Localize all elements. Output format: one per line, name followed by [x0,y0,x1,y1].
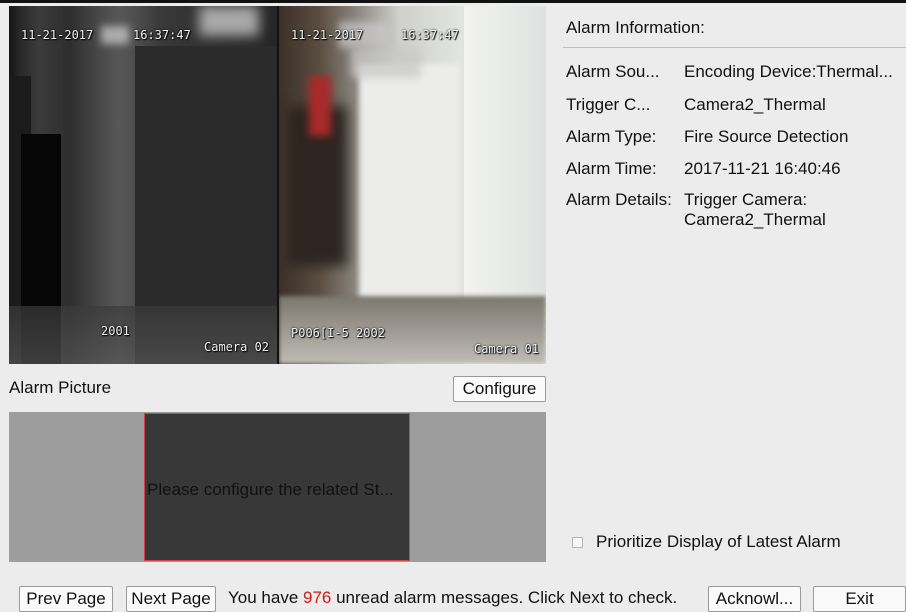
privacy-mask [101,26,129,44]
unread-count: 976 [303,588,332,607]
alarm-source-value: Encoding Device:Thermal... [684,62,893,81]
privacy-mask [351,48,421,78]
osd-time: 16:37:47 [401,28,459,42]
top-border [0,0,906,3]
alarm-details-key: Alarm Details: [566,190,672,209]
alarm-type-value: Fire Source Detection [684,127,849,146]
osd-time: 16:37:47 [133,28,191,42]
alarm-time-value: 2017-11-21 16:40:46 [684,159,841,178]
osd-camera-name: Camera 01 [474,342,540,356]
next-page-button[interactable]: Next Page [126,586,216,612]
alarm-picture-area: Please configure the related St... [9,412,546,562]
scene-floor [9,306,277,364]
trigger-camera-value: Camera2_Thermal [684,95,826,114]
unread-message-suffix: unread alarm messages. Click Next to che… [331,588,678,607]
prioritize-latest-alarm-label: Prioritize Display of Latest Alarm [596,532,841,551]
prioritize-latest-alarm-option[interactable]: Prioritize Display of Latest Alarm [572,532,841,552]
alarm-type-key: Alarm Type: [566,127,657,146]
osd-device-id: P006[I-5 2002 [291,326,385,340]
osd-camera-name: Camera 02 [204,340,270,354]
camera-feed-1[interactable]: 11-21-2017 16:37:47 2001 Camera 02 [9,6,277,364]
camera-feed-2[interactable]: 11-21-2017 16:37:47 P006[I-5 2002 Camera… [279,6,546,364]
prioritize-latest-alarm-checkbox[interactable] [572,536,583,548]
alarm-time-key: Alarm Time: [566,159,657,178]
osd-date: 11-21-2017 [291,28,364,42]
alarm-picture-label: Alarm Picture [9,378,112,397]
scene-wall [359,64,459,304]
unread-message-text: You have 976 unread alarm messages. Clic… [228,588,677,608]
live-view-area: 11-21-2017 16:37:47 2001 Camera 02 11-21… [9,6,546,364]
prev-page-button[interactable]: Prev Page [19,586,113,612]
osd-device-id: 2001 [101,324,130,338]
scene-red-object [309,76,331,136]
unread-message-prefix: You have [228,588,303,607]
alarm-picture-frame: Please configure the related St... [144,413,410,561]
alarm-details-value: Trigger Camera: Camera2_Thermal [684,190,826,229]
trigger-camera-key: Trigger C... [566,95,651,114]
divider [563,47,906,48]
alarm-info-title: Alarm Information: [566,18,705,37]
osd-date: 11-21-2017 [21,28,94,42]
scene-light [199,6,259,36]
exit-button[interactable]: Exit [813,586,906,612]
configure-button[interactable]: Configure [453,376,546,402]
acknowledge-button[interactable]: Acknowl... [708,586,801,612]
alarm-source-key: Alarm Sou... [566,62,660,81]
alarm-picture-placeholder: Please configure the related St... [147,480,394,499]
